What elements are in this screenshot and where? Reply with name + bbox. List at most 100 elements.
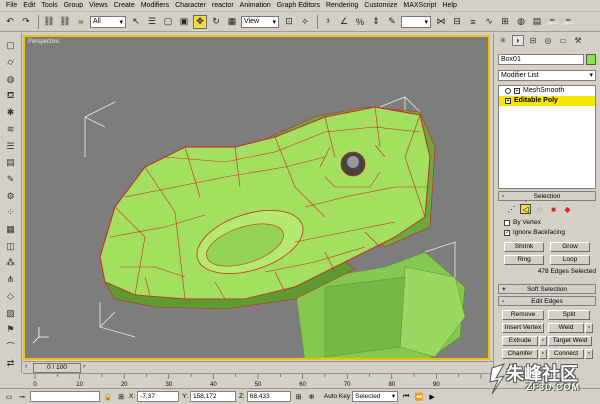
viewport-label[interactable]: Perspective bbox=[28, 39, 59, 45]
connect-button[interactable]: Connect bbox=[548, 349, 584, 359]
gear-icon[interactable]: ⚙ bbox=[4, 189, 18, 203]
layer-manager-icon[interactable]: ≡ bbox=[466, 15, 480, 29]
select-object-icon[interactable]: ↖ bbox=[129, 15, 143, 29]
grow-button[interactable]: Grow bbox=[550, 242, 590, 252]
key-icon[interactable]: ⊸ bbox=[17, 392, 27, 402]
pin-icon[interactable]: ✱ bbox=[4, 106, 18, 120]
stack-icon[interactable]: ▤ bbox=[4, 156, 18, 170]
cylinder-icon[interactable]: ⌭ bbox=[4, 56, 18, 70]
menu-item-edit[interactable]: Edit bbox=[23, 2, 35, 9]
menu-item-character[interactable]: Character bbox=[175, 2, 206, 9]
snap-toggle-icon[interactable]: ³ bbox=[321, 15, 335, 29]
shrink-button[interactable]: Shrink bbox=[504, 242, 544, 252]
select-manipulate-icon[interactable]: ⟡ bbox=[298, 15, 312, 29]
maxscript-listener-field[interactable] bbox=[30, 391, 100, 402]
stack-item-meshsmooth[interactable]: + MeshSmooth bbox=[499, 86, 595, 96]
key-filter-dropdown[interactable]: Selected ▾ bbox=[352, 391, 399, 402]
menu-item-animation[interactable]: Animation bbox=[240, 2, 271, 9]
go-to-start-icon[interactable]: ⏮ bbox=[401, 392, 411, 402]
menu-item-maxscript[interactable]: MAXScript bbox=[403, 2, 436, 9]
percent-snap-icon[interactable]: % bbox=[353, 15, 367, 29]
modify-tab-icon[interactable]: ◗ bbox=[512, 34, 524, 46]
named-selection-icon[interactable]: ✎ bbox=[385, 15, 399, 29]
particle-icon[interactable]: ⁂ bbox=[4, 256, 18, 270]
previous-frame-icon[interactable]: ‹ bbox=[25, 363, 27, 370]
edge-level-icon[interactable]: ◁ bbox=[520, 204, 531, 214]
menu-item-reactor[interactable]: reactor bbox=[212, 2, 234, 9]
motion-tab-icon[interactable]: ◎ bbox=[542, 35, 554, 46]
x-coordinate-field[interactable]: -7,37 bbox=[137, 391, 180, 402]
select-and-move-icon[interactable]: ✥ bbox=[193, 14, 207, 29]
select-and-scale-icon[interactable]: ▦ bbox=[225, 15, 239, 29]
object-color-swatch[interactable] bbox=[586, 54, 596, 65]
soft-selection-rollout-header[interactable]: + Soft Selection bbox=[498, 284, 596, 294]
select-and-rotate-icon[interactable]: ↻ bbox=[209, 15, 223, 29]
perspective-viewport[interactable]: Perspective bbox=[23, 35, 490, 360]
teapot-icon[interactable]: ⛾ bbox=[4, 89, 18, 103]
reference-coordinate-dropdown[interactable]: View ▾ bbox=[241, 15, 279, 28]
extrude-settings-button[interactable]: ▫ bbox=[539, 336, 547, 346]
bend-icon[interactable]: ⌒ bbox=[4, 340, 18, 354]
z-coordinate-field[interactable]: 68,433 bbox=[246, 391, 291, 402]
modifier-list-dropdown[interactable]: Modifier List ▾ bbox=[498, 70, 596, 81]
tube-icon[interactable]: ◫ bbox=[4, 239, 18, 253]
time-tag-icon[interactable]: ⊕ bbox=[307, 392, 317, 402]
named-selection-sets-dropdown[interactable]: ▾ bbox=[401, 15, 431, 28]
menu-item-views[interactable]: Views bbox=[89, 2, 108, 9]
expand-icon[interactable]: + bbox=[505, 98, 511, 104]
angle-snap-icon[interactable]: ∠ bbox=[337, 15, 351, 29]
grid-icon[interactable]: ▦ bbox=[4, 223, 18, 237]
vertex-level-icon[interactable]: ⋰ bbox=[506, 204, 517, 214]
menu-item-help[interactable]: Help bbox=[442, 2, 456, 9]
hair-icon[interactable]: ⋔ bbox=[4, 273, 18, 287]
time-slider[interactable]: 0 / 100 ‹ › bbox=[23, 361, 493, 373]
time-slider-thumb[interactable]: 0 / 100 bbox=[33, 363, 81, 373]
arrows-icon[interactable]: ⇄ bbox=[4, 356, 18, 370]
stack-item-editable-poly[interactable]: + Editable Poly bbox=[499, 96, 595, 106]
window-crossing-icon[interactable]: ▣ bbox=[177, 15, 191, 29]
display-tab-icon[interactable]: ▭ bbox=[557, 35, 569, 46]
select-by-name-icon[interactable]: ☰ bbox=[145, 15, 159, 29]
redo-icon[interactable]: ↷ bbox=[19, 15, 33, 29]
y-coordinate-field[interactable]: 158,172 bbox=[189, 391, 236, 402]
dots-icon[interactable]: ⁘ bbox=[4, 206, 18, 220]
align-icon[interactable]: ⊟ bbox=[450, 15, 464, 29]
insert-vertex-button[interactable]: Insert Vertex bbox=[502, 323, 544, 333]
grid-icon[interactable]: ⊞ bbox=[294, 392, 304, 402]
chamfer-button[interactable]: Chamfer bbox=[502, 349, 538, 359]
track-bar[interactable]: 0 10 20 30 40 50 60 70 80 90 bbox=[23, 373, 493, 388]
remove-button[interactable]: Remove bbox=[502, 310, 544, 320]
layers-icon[interactable]: ☰ bbox=[4, 139, 18, 153]
region-select-icon[interactable]: ▢ bbox=[161, 15, 175, 29]
play-icon[interactable]: ▶ bbox=[427, 392, 437, 402]
bind-space-warp-icon[interactable]: ≈ bbox=[74, 15, 88, 29]
flag-icon[interactable]: ⚑ bbox=[4, 323, 18, 337]
sphere-icon[interactable]: ◍ bbox=[4, 72, 18, 86]
expand-icon[interactable]: + bbox=[514, 88, 520, 94]
cloth-icon[interactable]: ▧ bbox=[4, 306, 18, 320]
polygon-level-icon[interactable]: ■ bbox=[548, 204, 559, 214]
edit-edges-rollout-header[interactable]: - Edit Edges bbox=[498, 296, 596, 306]
element-level-icon[interactable]: ◆ bbox=[562, 204, 573, 214]
split-button[interactable]: Split bbox=[548, 310, 590, 320]
absolute-mode-icon[interactable]: ⊞ bbox=[116, 392, 126, 402]
schematic-view-icon[interactable]: ⊞ bbox=[498, 15, 512, 29]
undo-icon[interactable]: ↶ bbox=[3, 15, 17, 29]
selection-rollout-header[interactable]: - Selection bbox=[498, 191, 596, 201]
create-tab-icon[interactable]: ✳ bbox=[497, 35, 509, 46]
unlink-icon[interactable]: ⛓ bbox=[58, 15, 72, 29]
mirror-icon[interactable]: ⋈ bbox=[434, 15, 448, 29]
menu-item-rendering[interactable]: Rendering bbox=[326, 2, 358, 9]
target-weld-button[interactable]: Target Weld bbox=[548, 336, 592, 346]
connect-settings-button[interactable]: ▫ bbox=[585, 349, 593, 359]
menu-item-tools[interactable]: Tools bbox=[41, 2, 57, 9]
next-frame-icon[interactable]: › bbox=[83, 363, 85, 370]
extrude-button[interactable]: Extrude bbox=[502, 336, 538, 346]
loop-button[interactable]: Loop bbox=[550, 255, 590, 265]
chamfer-settings-button[interactable]: ▫ bbox=[539, 349, 547, 359]
weld-settings-button[interactable]: ▫ bbox=[585, 323, 593, 333]
menu-item-create[interactable]: Create bbox=[114, 2, 135, 9]
curve-editor-icon[interactable]: ∿ bbox=[482, 15, 496, 29]
previous-key-icon[interactable]: ⏪ bbox=[414, 392, 424, 402]
menu-item-customize[interactable]: Customize bbox=[364, 2, 397, 9]
